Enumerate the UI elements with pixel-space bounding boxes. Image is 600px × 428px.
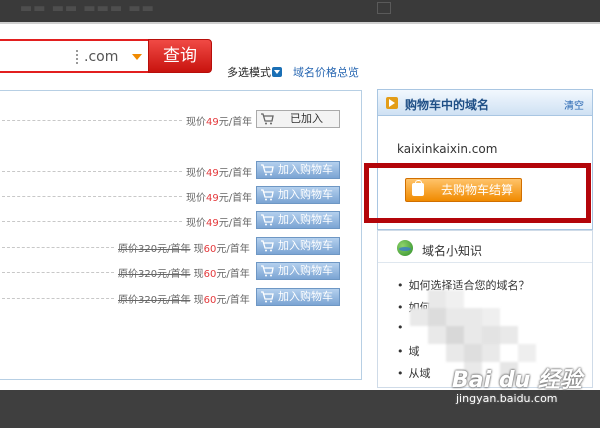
price-text: 原价320元/首年 现60元/首年 — [118, 269, 250, 280]
row-divider — [2, 272, 114, 273]
tld-select[interactable]: .com — [84, 49, 118, 65]
search-button[interactable]: 查询 — [148, 39, 212, 73]
row-divider — [2, 298, 114, 299]
result-row: 现价49元/首年 加入购物车 — [0, 186, 360, 206]
cart-icon — [261, 164, 274, 176]
row-divider — [2, 221, 182, 222]
add-to-cart-button[interactable]: 加入购物车 — [256, 211, 340, 229]
globe-icon — [397, 240, 413, 256]
result-row: 原价320元/首年 现60元/首年 加入购物车 — [0, 288, 360, 308]
row-divider — [2, 171, 182, 172]
cart-icon — [261, 214, 274, 226]
price-text: 原价320元/首年 现60元/首年 — [118, 295, 250, 306]
clear-cart-link[interactable]: 清空 — [564, 97, 584, 112]
price-text: 现价49元/首年 — [186, 193, 253, 204]
cart-panel-title: 购物车中的域名 — [405, 98, 490, 112]
multi-mode-label: 多选模式 — [227, 66, 271, 79]
highlight-annotation-box — [364, 163, 591, 223]
button-label: 加入购物车 — [278, 163, 333, 176]
input-separator — [76, 50, 78, 64]
baidu-jingyan-watermark: Bai du 经验 jingyan.baidu.com — [452, 362, 582, 405]
button-label: 已加入 — [290, 112, 323, 125]
cart-icon — [261, 265, 274, 277]
button-label: 加入购物车 — [278, 264, 333, 277]
button-label: 加入购物车 — [278, 239, 333, 252]
result-row: 现价49元/首年 加入购物车 — [0, 211, 360, 231]
knowledge-panel-header: 域名小知识 — [378, 231, 592, 263]
price-text: 原价320元/首年 现60元/首年 — [118, 244, 250, 255]
add-to-cart-button[interactable]: 加入购物车 — [256, 161, 340, 179]
row-divider — [2, 247, 114, 248]
chevron-down-icon[interactable] — [132, 54, 142, 60]
multi-mode-toggle[interactable]: 多选模式 — [227, 64, 282, 80]
row-divider — [2, 120, 182, 121]
results-panel: 现价49元/首年 已加入 现价49元/首年 加入购物车 现价49元/首年 加入购… — [0, 90, 362, 380]
result-row: 现价49元/首年 加入购物车 — [0, 161, 360, 181]
knowledge-title: 域名小知识 — [422, 244, 483, 258]
arrow-right-icon — [386, 97, 398, 109]
arrow-down-icon — [272, 67, 282, 77]
header-divider — [0, 22, 600, 24]
cart-icon — [261, 189, 274, 201]
cart-icon — [261, 113, 274, 125]
watermark-url: jingyan.baidu.com — [456, 392, 558, 405]
watermark-logo: Bai du 经验 — [452, 368, 582, 393]
price-text: 现价49元/首年 — [186, 218, 253, 229]
add-to-cart-button[interactable]: 加入购物车 — [256, 288, 340, 306]
add-to-cart-button[interactable]: 加入购物车 — [256, 186, 340, 204]
cart-domain-item: kaixinkaixin.com — [397, 142, 498, 156]
cart-icon — [261, 291, 274, 303]
cart-icon — [261, 240, 274, 252]
price-text: 现价49元/首年 — [186, 168, 253, 179]
added-button[interactable]: 已加入 — [256, 110, 340, 128]
price-text: 现价49元/首年 — [186, 117, 253, 128]
add-to-cart-button[interactable]: 加入购物车 — [256, 262, 340, 280]
header-blurred-text: ▬▬ ▬▬ ▬▬▬ ▬▬ — [20, 1, 155, 16]
button-label: 加入购物车 — [278, 188, 333, 201]
domain-search-input[interactable]: .com — [0, 39, 148, 73]
result-row: 原价320元/首年 现60元/首年 加入购物车 — [0, 237, 360, 257]
button-label: 加入购物车 — [278, 213, 333, 226]
header-checkbox[interactable] — [377, 2, 391, 14]
button-label: 加入购物车 — [278, 290, 333, 303]
cart-panel-header: 购物车中的域名 清空 — [378, 90, 592, 116]
row-divider — [2, 196, 182, 197]
add-to-cart-button[interactable]: 加入购物车 — [256, 237, 340, 255]
result-row: 原价320元/首年 现60元/首年 加入购物车 — [0, 262, 360, 282]
top-header-bar: ▬▬ ▬▬ ▬▬▬ ▬▬ — [0, 0, 600, 24]
price-overview-link[interactable]: 域名价格总览 — [293, 64, 359, 80]
result-row: 现价49元/首年 已加入 — [0, 110, 360, 130]
